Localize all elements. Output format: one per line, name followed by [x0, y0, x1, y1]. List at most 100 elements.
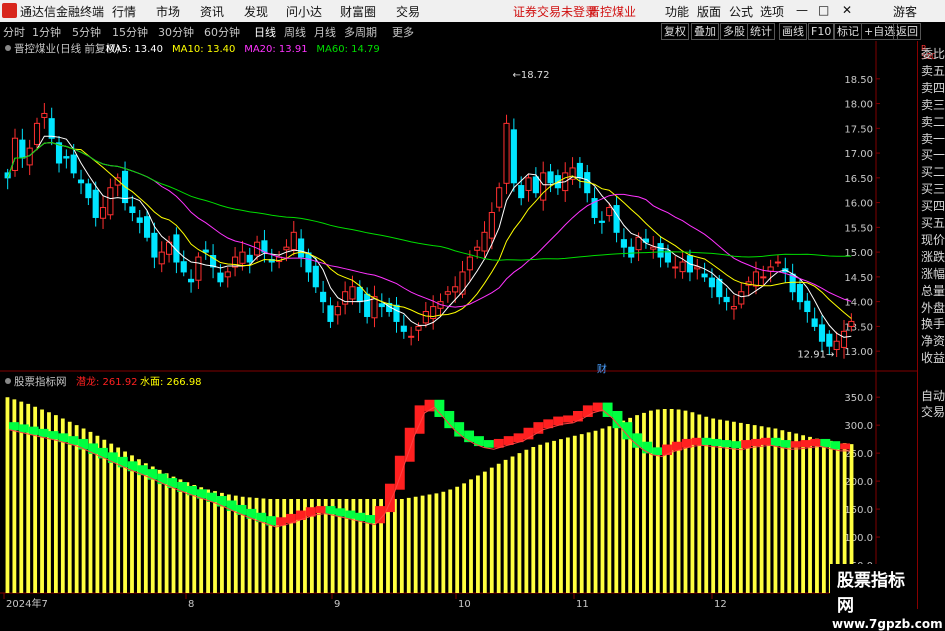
sidebar-field-2: 卖四	[921, 80, 945, 95]
price-tick-label: 16.00	[844, 199, 873, 210]
dragon-block	[48, 431, 59, 440]
candle-body	[180, 261, 187, 273]
dragon-block	[652, 447, 663, 456]
tab-multi-period[interactable]: 多周期	[344, 24, 377, 40]
candle-body	[540, 172, 547, 201]
dragon-block	[414, 405, 425, 434]
menu-jiaoyi[interactable]: 交易	[396, 3, 420, 20]
dragon-block	[8, 422, 19, 431]
tab-monthly[interactable]: 月线	[314, 24, 336, 40]
candle-body	[378, 303, 385, 308]
minimize-icon[interactable]: —	[796, 3, 808, 17]
sidebar-field-17: 净资	[921, 334, 945, 349]
draw-line-button[interactable]: 画线	[779, 23, 807, 40]
dragon-block	[751, 438, 761, 447]
back-button[interactable]: 返回	[893, 23, 921, 40]
ind-panel-title: 股票指标网	[14, 375, 67, 388]
candle-body	[694, 266, 701, 270]
dragon-block	[365, 515, 376, 524]
sidebar-field-13: 涨幅	[921, 266, 945, 281]
period-toolbar: 分时 1分钟 5分钟 15分钟 30分钟 60分钟 日线 周线 月线 多周期 更…	[0, 22, 945, 42]
candle-body	[840, 330, 848, 348]
sidebar-field-4: 卖二	[921, 114, 945, 129]
candle-body	[217, 272, 224, 283]
candle-body	[349, 286, 356, 300]
price-tick-label: 17.00	[844, 149, 873, 160]
menu-bar: 通达信金融终端 行情 市场 资讯 发现 问小达 财富圈 交易 证券交易未登录 晋…	[0, 0, 945, 22]
mark-button[interactable]: 标记	[834, 23, 862, 40]
candle-body	[92, 189, 99, 218]
guest-button[interactable]: 游客	[893, 3, 917, 20]
menu-gongshi[interactable]: 公式	[729, 3, 753, 20]
ind-tick-label: 350.0	[844, 393, 873, 404]
candle-body	[576, 162, 583, 179]
dragon-block	[335, 508, 346, 517]
sidebar-lower-0: 自动	[921, 389, 945, 403]
dragon-block	[810, 438, 821, 447]
candle-body	[195, 256, 202, 281]
menu-wenxiaoda[interactable]: 问小达	[286, 3, 322, 20]
overlay-button[interactable]: 叠加	[691, 23, 719, 40]
f10-button[interactable]: F10	[808, 23, 835, 40]
sidebar-field-10: 买五	[921, 216, 945, 230]
menu-shichang[interactable]: 市场	[156, 3, 180, 20]
x-axis-label-2: 9	[334, 599, 340, 609]
ind-tick-label: 300.0	[844, 421, 873, 432]
menu-hangqing[interactable]: 行情	[112, 3, 136, 20]
candle-body	[606, 207, 613, 217]
candle-body	[224, 271, 231, 278]
candle-body	[598, 220, 605, 223]
candle-body	[496, 187, 503, 208]
menu-faxian[interactable]: 发现	[244, 3, 268, 20]
candle-body	[503, 122, 510, 184]
candle-body	[657, 243, 664, 258]
watermark-line2: www.7gpzb.com	[832, 617, 943, 631]
price-tick-label: 15.50	[844, 223, 873, 234]
candle-body	[143, 216, 151, 238]
restore-icon[interactable]: □	[818, 3, 829, 17]
candle-body	[679, 261, 686, 273]
dragon-block	[483, 440, 494, 448]
tab-5min[interactable]: 5分钟	[72, 24, 101, 40]
candle-body	[833, 340, 840, 351]
tab-daily[interactable]: 日线	[254, 24, 276, 40]
dragon-block	[741, 440, 752, 449]
menu-xuanxiang[interactable]: 选项	[760, 3, 784, 20]
price-tick-label: 18.50	[844, 75, 873, 86]
multi-stock-button[interactable]: 多股	[720, 23, 748, 40]
menu-zixun[interactable]: 资讯	[200, 3, 224, 20]
tab-30min[interactable]: 30分钟	[158, 24, 194, 40]
candle-body	[804, 300, 811, 313]
kline-chart[interactable]: 18.50 18.00 17.50 17.00 16.50 16.00 15.50 15.00…	[0, 41, 917, 609]
candle-body	[796, 283, 804, 303]
dragon-block	[78, 438, 89, 450]
sidebar-field-11: 现价	[921, 232, 945, 247]
dragon-block	[780, 440, 791, 448]
tab-1min[interactable]: 1分钟	[32, 24, 61, 40]
dragon-block	[88, 443, 99, 454]
candle-body	[510, 129, 517, 184]
menu-banmian[interactable]: 版面	[697, 3, 721, 20]
app-title: 通达信金融终端	[20, 5, 105, 19]
trade-login-status[interactable]: 证券交易未登录	[513, 3, 597, 20]
fuquan-button[interactable]: 复权	[661, 23, 689, 40]
close-icon[interactable]: ✕	[842, 3, 852, 17]
tab-more[interactable]: 更多	[392, 24, 414, 40]
tab-60min[interactable]: 60分钟	[204, 24, 240, 40]
menu-caifuquan[interactable]: 财富圈	[340, 3, 376, 20]
dragon-block	[701, 437, 712, 445]
dragon-block	[800, 440, 811, 448]
menu-gongneng[interactable]: 功能	[665, 3, 689, 20]
tab-fenshi[interactable]: 分时	[3, 24, 25, 40]
sidebar-field-1: 卖五	[921, 63, 945, 78]
tab-weekly[interactable]: 周线	[284, 24, 306, 40]
sidebar-field-3: 卖三	[921, 97, 945, 112]
candle-body	[356, 286, 363, 303]
x-axis-label-0: 2024年7	[6, 597, 48, 609]
ind-tick-label: 100.0	[844, 533, 873, 544]
tab-15min[interactable]: 15分钟	[112, 24, 148, 40]
candle-body	[826, 333, 833, 347]
candle-body	[628, 246, 635, 258]
stats-button[interactable]: 统计	[747, 23, 775, 40]
dragon-block	[18, 424, 29, 433]
